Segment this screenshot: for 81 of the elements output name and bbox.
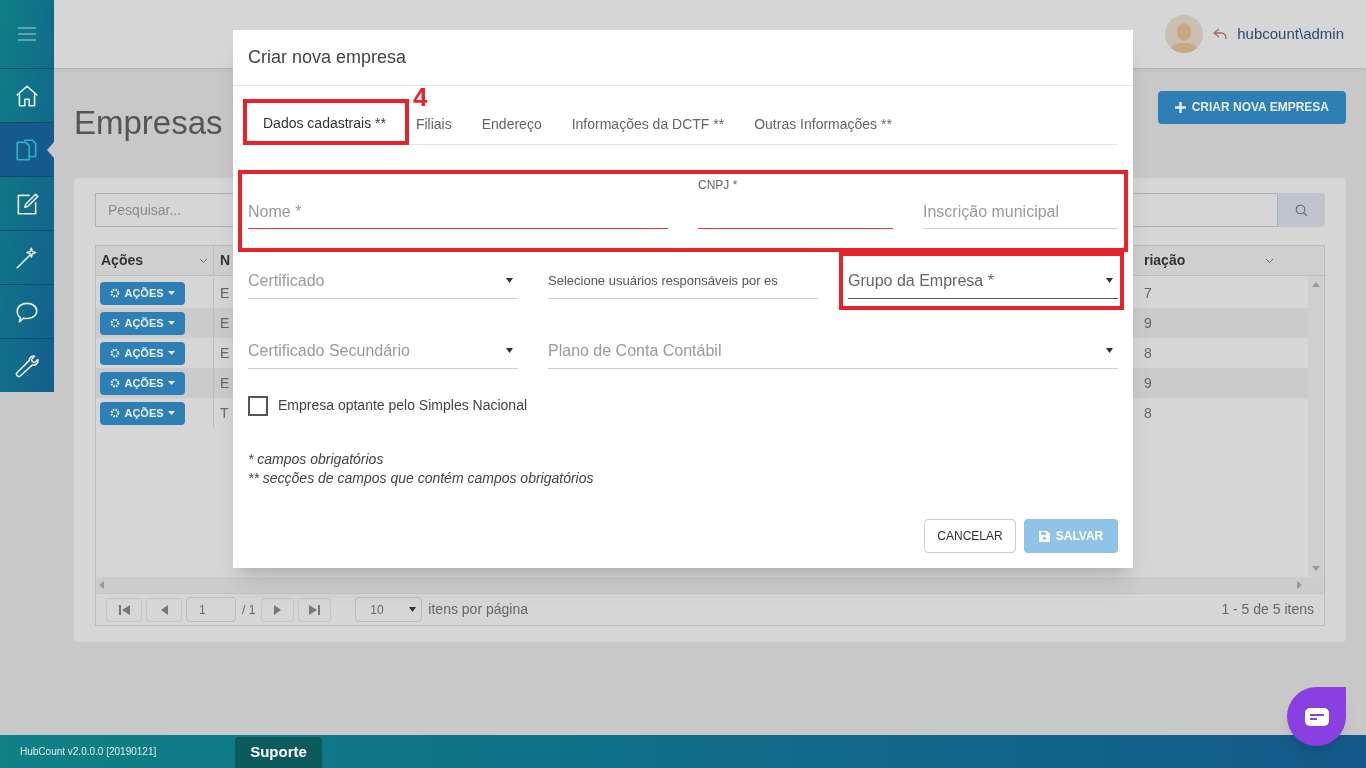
- scroll-left-icon: [99, 581, 104, 589]
- wrench-icon: [14, 352, 40, 379]
- table-cell-text: E: [219, 343, 231, 363]
- user-name[interactable]: hubcount\admin: [1237, 22, 1344, 46]
- checkbox[interactable]: [248, 395, 268, 416]
- table-cell-text: 8: [1144, 403, 1153, 423]
- note-text: * campos obrigatórios: [248, 450, 385, 469]
- actions-button[interactable]: AÇÕES: [100, 371, 185, 395]
- scroll-up-icon: [1312, 282, 1320, 287]
- caret-icon: [167, 321, 175, 325]
- column-header[interactable]: Ações: [96, 246, 214, 275]
- caret-icon: [506, 278, 513, 283]
- page-size-select[interactable]: 10: [355, 597, 423, 622]
- table-cell-text: 7: [1144, 283, 1153, 303]
- table-cell-text: E: [219, 373, 231, 393]
- caret-icon: [167, 411, 175, 415]
- horizontal-scrollbar[interactable]: [96, 577, 1324, 593]
- version-text: HubCount v2.0.0.0 [20190121]: [20, 745, 158, 759]
- table-cell-text: T: [219, 403, 230, 423]
- skip-back-icon: [118, 604, 130, 615]
- create-company-button[interactable]: CRIAR NOVA EMPRESA: [1157, 90, 1346, 124]
- actions-button[interactable]: AÇÕES: [100, 311, 185, 335]
- gear-icon: [110, 348, 121, 358]
- sidebar-item[interactable]: [0, 122, 54, 176]
- page-title: Empresas: [74, 103, 223, 144]
- table-cell-text: 8: [1144, 343, 1153, 363]
- scroll-down-icon: [1312, 566, 1320, 571]
- gear-icon: [110, 318, 121, 328]
- cancel-button[interactable]: CANCELAR: [924, 519, 1016, 553]
- menu-icon[interactable]: [17, 26, 37, 42]
- actions-button[interactable]: AÇÕES: [100, 401, 185, 425]
- first-page-button[interactable]: [106, 597, 142, 622]
- input-field[interactable]: Nome *: [248, 195, 668, 229]
- tab[interactable]: Outras Informações **: [739, 104, 907, 144]
- chevron-icon: [199, 257, 208, 264]
- chevron-icon: [1265, 257, 1274, 264]
- search-icon: [1295, 203, 1308, 217]
- active-pointer-icon: [47, 142, 54, 158]
- table-cell-text: 9: [1144, 373, 1153, 393]
- column-header[interactable]: riação: [1144, 246, 1324, 275]
- chat-button[interactable]: [1287, 687, 1346, 746]
- pagination-summary: 1 - 5 de 5 itens: [1221, 600, 1314, 619]
- last-page-button[interactable]: [298, 597, 332, 622]
- tab[interactable]: Endereço: [466, 104, 557, 144]
- skip-forward-icon: [308, 604, 321, 615]
- table-cell-text: E: [219, 313, 231, 333]
- checkbox-label[interactable]: Empresa optante pelo Simples Nacional: [278, 395, 528, 416]
- select-field[interactable]: Grupo da Empresa *: [848, 263, 1118, 299]
- table-cell-text: E: [219, 283, 231, 303]
- multi-select-field[interactable]: Selecione usuários responsáveis por es: [548, 263, 818, 299]
- tab[interactable]: Dados cadastrais **: [248, 104, 401, 144]
- note-text: ** secções de campos que contém campos obrigatórios: [248, 469, 595, 488]
- actions-button[interactable]: AÇÕES: [100, 281, 185, 305]
- scroll-right-icon: [1297, 581, 1302, 589]
- vertical-scrollbar[interactable]: [1308, 276, 1324, 577]
- previous-page-button[interactable]: [146, 597, 182, 622]
- reply-arrow-icon[interactable]: [1213, 28, 1228, 40]
- per-page-label: itens por página: [428, 600, 528, 619]
- actions-button[interactable]: AÇÕES: [100, 341, 185, 365]
- caret-icon: [1106, 348, 1113, 353]
- column-header[interactable]: N: [214, 246, 234, 275]
- tab[interactable]: Informações da DCTF **: [556, 104, 740, 144]
- caret-icon: [167, 381, 175, 385]
- gear-icon: [110, 378, 121, 388]
- annotation-number: 4: [413, 84, 428, 110]
- next-page-button[interactable]: [261, 597, 295, 622]
- page-input[interactable]: 1: [186, 597, 236, 622]
- dialog-title: Criar nova empresa: [248, 46, 407, 69]
- caret-icon: [1106, 278, 1113, 283]
- caret-icon: [167, 291, 175, 295]
- caret-icon: [409, 607, 417, 612]
- field-label: CNPJ *: [698, 178, 738, 192]
- gear-icon: [110, 288, 121, 298]
- table-cell-text: 9: [1144, 313, 1153, 333]
- caret-icon: [506, 348, 513, 353]
- plus-icon: [1174, 101, 1186, 113]
- support-tab[interactable]: Suporte: [235, 737, 322, 768]
- gear-icon: [110, 408, 121, 418]
- caret-icon: [167, 351, 175, 355]
- message-icon: [1304, 707, 1329, 726]
- page-total: / 1: [242, 601, 256, 619]
